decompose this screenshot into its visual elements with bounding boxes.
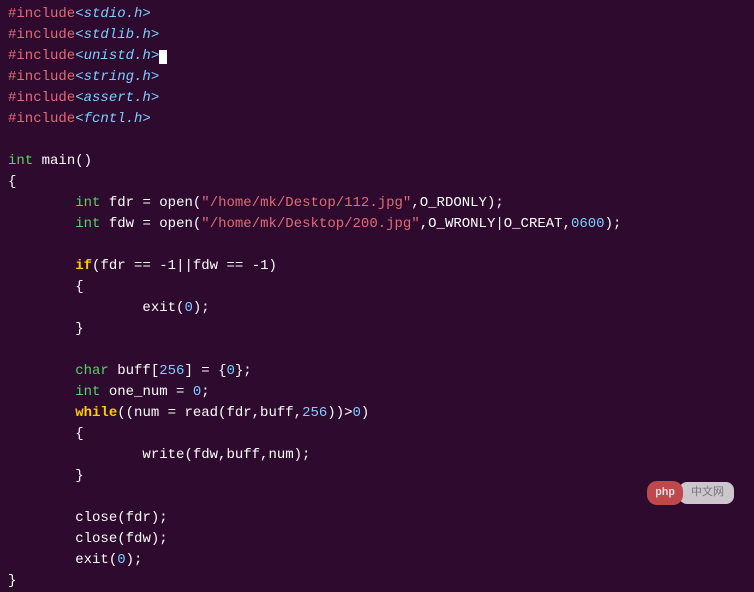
while-line: while((num = read(fdr,buff,256))>0) — [8, 403, 746, 424]
brace-open: { — [8, 172, 746, 193]
preproc-directive: #include — [8, 27, 75, 43]
string-literal: "/home/mk/Desktop/200.jpg" — [201, 216, 419, 232]
func-name: main — [42, 153, 76, 169]
preproc-directive: #include — [8, 48, 75, 64]
onenum-decl: int one_num = 0; — [8, 382, 746, 403]
string-literal: "/home/mk/Destop/112.jpg" — [201, 195, 411, 211]
watermark-text: 中文网 — [679, 482, 734, 505]
include-header: <fcntl.h> — [75, 111, 151, 127]
fdr-decl: int fdr = open("/home/mk/Destop/112.jpg"… — [8, 193, 746, 214]
include-line: #include<string.h> — [8, 67, 746, 88]
brace-close: } — [8, 319, 746, 340]
if-check: if(fdr == -1||fdw == -1) — [8, 256, 746, 277]
brace-open: { — [8, 277, 746, 298]
include-line: #include<unistd.h> — [8, 46, 746, 67]
main-signature: int main() — [8, 151, 746, 172]
brace-open: { — [8, 424, 746, 445]
write-call: write(fdw,buff,num); — [8, 445, 746, 466]
include-header: <assert.h> — [75, 90, 159, 106]
include-line: #include<stdlib.h> — [8, 25, 746, 46]
buff-decl: char buff[256] = {0}; — [8, 361, 746, 382]
blank-line — [8, 235, 746, 256]
blank-line — [8, 487, 746, 508]
include-header: <stdio.h> — [75, 6, 151, 22]
paren: () — [75, 153, 92, 169]
close-fdw: close(fdw); — [8, 529, 746, 550]
brace-close: } — [8, 466, 746, 487]
preproc-directive: #include — [8, 111, 75, 127]
include-line: #include<stdio.h> — [8, 4, 746, 25]
blank-line — [8, 130, 746, 151]
preproc-directive: #include — [8, 6, 75, 22]
code-editor[interactable]: #include<stdio.h> #include<stdlib.h> #in… — [8, 4, 746, 592]
watermark: php 中文网 — [647, 481, 734, 506]
close-fdr: close(fdr); — [8, 508, 746, 529]
include-header: <stdlib.h> — [75, 27, 159, 43]
include-line: #include<fcntl.h> — [8, 109, 746, 130]
watermark-logo: php — [647, 481, 683, 506]
include-line: #include<assert.h> — [8, 88, 746, 109]
include-header: <string.h> — [75, 69, 159, 85]
include-header: <unistd.h> — [75, 48, 159, 64]
brace-close: } — [8, 571, 746, 592]
fdw-decl: int fdw = open("/home/mk/Desktop/200.jpg… — [8, 214, 746, 235]
return-type: int — [8, 153, 33, 169]
blank-line — [8, 340, 746, 361]
exit-call: exit(0); — [8, 550, 746, 571]
exit-call: exit(0); — [8, 298, 746, 319]
preproc-directive: #include — [8, 90, 75, 106]
text-cursor — [159, 50, 167, 64]
preproc-directive: #include — [8, 69, 75, 85]
